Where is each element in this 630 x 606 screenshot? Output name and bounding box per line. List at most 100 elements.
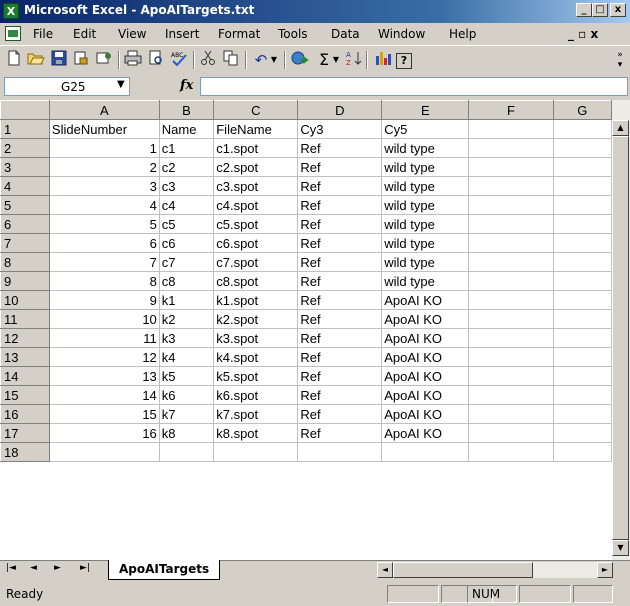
row-header[interactable]: 4: [0, 176, 50, 196]
toolbar-options-icon[interactable]: » ▾: [614, 50, 626, 70]
cell-g[interactable]: [552, 252, 612, 272]
cell-e[interactable]: ApoAI KO: [381, 404, 470, 424]
row-header[interactable]: 6: [0, 214, 50, 234]
row-header[interactable]: 11: [0, 309, 50, 329]
new-icon[interactable]: [4, 50, 24, 70]
hyperlink-icon[interactable]: [290, 50, 310, 70]
cell-c[interactable]: k7.spot: [213, 404, 299, 424]
sort-ascending-icon[interactable]: AZ: [344, 50, 364, 70]
cell-a[interactable]: 12: [48, 347, 160, 367]
row-header[interactable]: 9: [0, 271, 50, 291]
cell-e[interactable]: wild type: [381, 195, 470, 215]
cell-g[interactable]: [552, 157, 612, 177]
cell-a[interactable]: 1: [48, 138, 160, 158]
cell-e[interactable]: ApoAI KO: [381, 347, 470, 367]
cell-c[interactable]: k8.spot: [213, 423, 299, 443]
cell-d[interactable]: Ref: [297, 233, 383, 253]
cell-b[interactable]: k2: [158, 309, 215, 329]
cell-f[interactable]: [468, 442, 554, 462]
cell-g[interactable]: [552, 423, 612, 443]
cell-d[interactable]: Ref: [297, 423, 383, 443]
row-header[interactable]: 7: [0, 233, 50, 253]
print-preview-icon[interactable]: [146, 50, 166, 70]
cell-f[interactable]: [468, 404, 554, 424]
cell-f[interactable]: [468, 366, 554, 386]
worksheet-grid[interactable]: A B C D E F G 1 SlideNumber Name FileName Cy…: [0, 100, 612, 560]
cell-f[interactable]: [468, 328, 554, 348]
formula-input[interactable]: [200, 77, 628, 96]
horizontal-scrollbar[interactable]: ◄ ►: [377, 562, 613, 578]
cell-d[interactable]: Ref: [297, 328, 383, 348]
menu-insert[interactable]: Insert: [165, 27, 199, 41]
cell-a[interactable]: 4: [48, 195, 160, 215]
cell-d[interactable]: Ref: [297, 366, 383, 386]
cell-f[interactable]: [468, 252, 554, 272]
menu-file[interactable]: File: [33, 27, 53, 41]
cell-c[interactable]: [213, 442, 299, 462]
cell-a[interactable]: SlideNumber: [48, 119, 160, 139]
menu-help[interactable]: Help: [449, 27, 476, 41]
scroll-down-button[interactable]: ▼: [612, 540, 629, 556]
next-sheet-button[interactable]: ►: [54, 563, 61, 573]
scroll-left-button[interactable]: ◄: [377, 562, 393, 578]
workbook-window-controls[interactable]: _ ▫ x: [568, 27, 598, 41]
cell-c[interactable]: c1.spot: [213, 138, 299, 158]
cell-f[interactable]: [468, 176, 554, 196]
cell-e[interactable]: Cy5: [381, 119, 470, 139]
cell-c[interactable]: c5.spot: [213, 214, 299, 234]
row-header[interactable]: 15: [0, 385, 50, 405]
cell-f[interactable]: [468, 309, 554, 329]
column-header-b[interactable]: B: [158, 100, 215, 120]
cell-d[interactable]: Ref: [297, 214, 383, 234]
cell-e[interactable]: wild type: [381, 214, 470, 234]
cell-c[interactable]: k3.spot: [213, 328, 299, 348]
column-header-c[interactable]: C: [213, 100, 299, 120]
email-icon[interactable]: [94, 50, 114, 70]
cell-c[interactable]: c8.spot: [213, 271, 299, 291]
cell-c[interactable]: k4.spot: [213, 347, 299, 367]
cell-e[interactable]: ApoAI KO: [381, 366, 470, 386]
cell-c[interactable]: c2.spot: [213, 157, 299, 177]
cell-f[interactable]: [468, 423, 554, 443]
close-button[interactable]: x: [610, 3, 626, 17]
cell-f[interactable]: [468, 385, 554, 405]
cell-d[interactable]: Ref: [297, 290, 383, 310]
help-icon[interactable]: ?: [396, 53, 412, 69]
cell-b[interactable]: Name: [158, 119, 215, 139]
cell-d[interactable]: [297, 442, 383, 462]
cell-e[interactable]: [381, 442, 470, 462]
open-icon[interactable]: [26, 50, 46, 70]
row-header[interactable]: 5: [0, 195, 50, 215]
cut-icon[interactable]: [198, 50, 218, 70]
row-header[interactable]: 10: [0, 290, 50, 310]
cell-c[interactable]: c4.spot: [213, 195, 299, 215]
row-header[interactable]: 1: [0, 119, 50, 139]
cell-d[interactable]: Ref: [297, 271, 383, 291]
cell-a[interactable]: 16: [48, 423, 160, 443]
cell-c[interactable]: k5.spot: [213, 366, 299, 386]
cell-c[interactable]: FileName: [213, 119, 299, 139]
insert-function-icon[interactable]: fx: [180, 78, 193, 93]
cell-b[interactable]: k7: [158, 404, 215, 424]
workbook-icon[interactable]: [5, 26, 21, 41]
first-sheet-button[interactable]: |◄: [6, 563, 16, 573]
cell-f[interactable]: [468, 157, 554, 177]
cell-g[interactable]: [552, 366, 612, 386]
cell-f[interactable]: [468, 290, 554, 310]
cell-g[interactable]: [552, 214, 612, 234]
cell-b[interactable]: k4: [158, 347, 215, 367]
cell-f[interactable]: [468, 214, 554, 234]
cell-g[interactable]: [552, 138, 612, 158]
menu-window[interactable]: Window: [378, 27, 425, 41]
cell-a[interactable]: 11: [48, 328, 160, 348]
column-header-a[interactable]: A: [48, 100, 160, 120]
cell-b[interactable]: c6: [158, 233, 215, 253]
cell-b[interactable]: [158, 442, 215, 462]
row-header[interactable]: 17: [0, 423, 50, 443]
cell-b[interactable]: c1: [158, 138, 215, 158]
cell-d[interactable]: Cy3: [297, 119, 383, 139]
cell-g[interactable]: [552, 290, 612, 310]
cell-b[interactable]: k6: [158, 385, 215, 405]
row-header[interactable]: 3: [0, 157, 50, 177]
cell-e[interactable]: ApoAI KO: [381, 328, 470, 348]
